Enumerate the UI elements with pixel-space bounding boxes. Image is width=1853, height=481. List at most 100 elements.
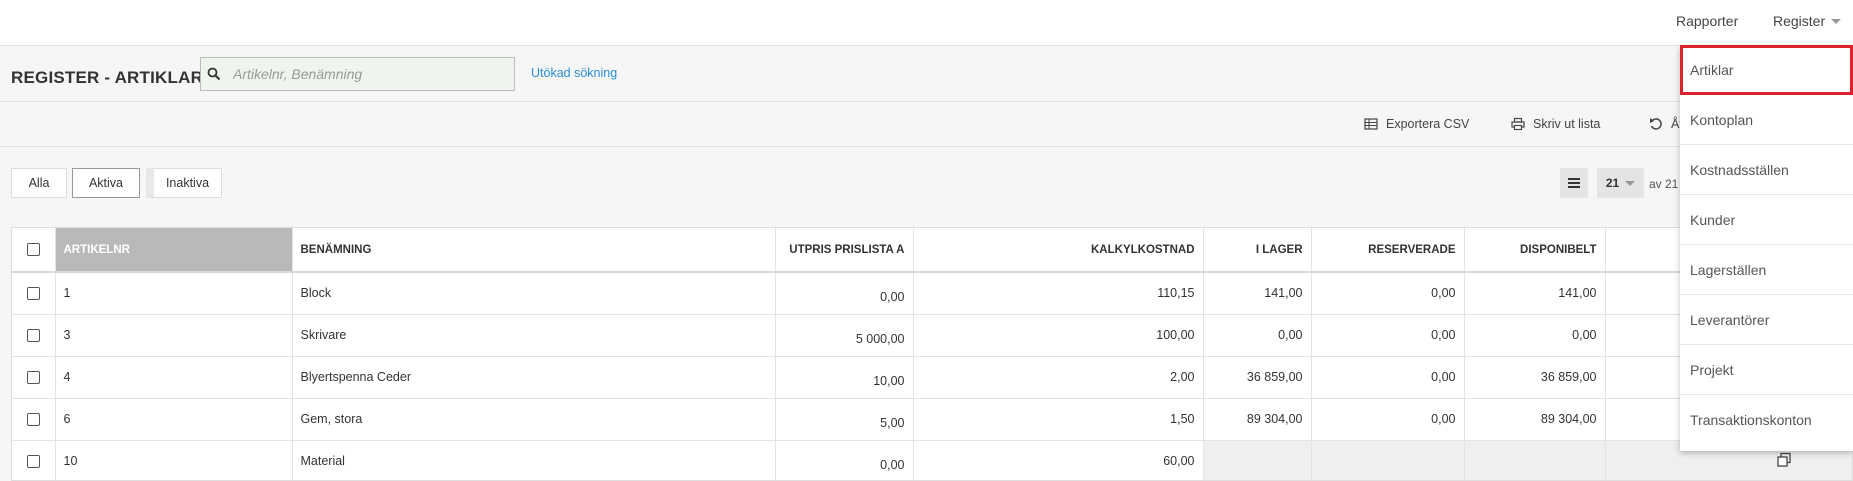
menu-item-lagerstallen[interactable]: Lagerställen <box>1680 245 1853 295</box>
cell-reserverade: 0,00 <box>1311 356 1465 399</box>
export-csv-label: Exportera CSV <box>1386 117 1470 131</box>
table-row[interactable]: 1 Block 0,00 110,15 141,00 0,00 141,00 1 <box>12 272 1852 315</box>
table-icon <box>1364 118 1378 130</box>
cell-utpris[interactable]: 10,00 <box>775 356 914 399</box>
search-box[interactable] <box>200 57 515 91</box>
column-header-utpris[interactable]: UTPRIS PRISLISTA A <box>775 228 914 273</box>
nav-register-label: Register <box>1773 13 1826 29</box>
search-icon <box>207 67 221 81</box>
row-checkbox[interactable] <box>26 287 40 301</box>
cell-benamning[interactable]: Block <box>292 272 776 315</box>
table-row[interactable]: 6 Gem, stora 5,00 1,50 89 304,00 0,00 89… <box>12 398 1852 441</box>
cell-artikelnr[interactable]: 10 <box>55 440 293 480</box>
cell-kalkylkostnad[interactable]: 60,00 <box>913 440 1204 480</box>
chevron-down-icon <box>1831 18 1842 24</box>
cell-disponibelt: 141,00 <box>1464 272 1606 315</box>
cell-i-lager <box>1203 440 1312 480</box>
row-checkbox[interactable] <box>26 371 40 385</box>
page-title: REGISTER - ARTIKLAR <box>11 68 204 87</box>
register-dropdown-menu: Artiklar Kontoplan Kostnadsställen Kunde… <box>1680 45 1853 451</box>
cell-i-lager: 36 859,00 <box>1203 356 1312 399</box>
row-checkbox[interactable] <box>26 413 40 427</box>
cell-kalkylkostnad[interactable]: 2,00 <box>913 356 1204 399</box>
menu-item-kostnadsstallen[interactable]: Kostnadsställen <box>1680 145 1853 195</box>
cell-artikelnr[interactable]: 1 <box>55 272 293 315</box>
cell-disponibelt <box>1464 440 1606 480</box>
menu-item-kontoplan[interactable]: Kontoplan <box>1680 95 1853 145</box>
filter-bar: Alla Aktiva Inaktiva 21 av 21 <box>0 147 1853 227</box>
column-header-disponibelt[interactable]: DISPONIBELT <box>1464 228 1606 273</box>
cell-disponibelt: 89 304,00 <box>1464 398 1606 441</box>
copy-icon[interactable] <box>1776 452 1792 468</box>
row-checkbox[interactable] <box>26 455 40 469</box>
cell-benamning[interactable]: Material <box>292 440 776 480</box>
printer-icon <box>1511 117 1525 131</box>
row-select-cell <box>12 440 56 480</box>
filter-all-button[interactable]: Alla <box>11 168 67 198</box>
menu-item-leverantorer[interactable]: Leverantörer <box>1680 295 1853 345</box>
select-all-cell <box>12 228 56 273</box>
articles-table: ARTIKELNR BENÄMNING UTPRIS PRISLISTA A K… <box>11 227 1853 481</box>
cell-disponibelt: 36 859,00 <box>1464 356 1606 399</box>
menu-item-projekt[interactable]: Projekt <box>1680 345 1853 395</box>
cell-artikelnr[interactable]: 4 <box>55 356 293 399</box>
export-csv-button[interactable]: Exportera CSV <box>1364 117 1469 131</box>
cell-i-lager: 89 304,00 <box>1203 398 1312 441</box>
page-header: REGISTER - ARTIKLAR Utökad sökning <box>0 46 1853 102</box>
cell-kalkylkostnad[interactable]: 100,00 <box>913 314 1204 357</box>
column-header-benamning[interactable]: BENÄMNING <box>292 228 776 273</box>
print-list-button[interactable]: Skriv ut lista <box>1511 117 1600 131</box>
row-select-cell <box>12 314 56 357</box>
select-all-checkbox[interactable] <box>26 243 40 256</box>
top-navbar: Rapporter Register <box>0 0 1853 46</box>
cell-reserverade: 0,00 <box>1311 314 1465 357</box>
cell-disponibelt: 0,00 <box>1464 314 1606 357</box>
column-header-kalkylkostnad[interactable]: KALKYLKOSTNAD <box>913 228 1204 273</box>
row-select-cell <box>12 398 56 441</box>
row-select-cell <box>12 356 56 399</box>
filter-active-button[interactable]: Aktiva <box>72 168 140 198</box>
list-icon <box>1568 178 1580 188</box>
cell-reserverade <box>1311 440 1465 480</box>
search-input[interactable] <box>233 66 493 82</box>
page-size-select[interactable]: 21 <box>1597 168 1644 198</box>
cell-utpris[interactable]: 5 000,00 <box>775 314 914 357</box>
chevron-down-icon <box>1625 180 1636 186</box>
nav-rapporter[interactable]: Rapporter <box>1676 13 1738 29</box>
cell-kalkylkostnad[interactable]: 1,50 <box>913 398 1204 441</box>
pagination-total: av 21 <box>1649 177 1679 191</box>
table-row[interactable]: 4 Blyertspenna Ceder 10,00 2,00 36 859,0… <box>12 356 1852 399</box>
row-select-cell <box>12 272 56 315</box>
column-header-artikelnr[interactable]: ARTIKELNR <box>55 228 293 273</box>
cell-artikelnr[interactable]: 6 <box>55 398 293 441</box>
page-size-value: 21 <box>1605 176 1620 190</box>
cell-utpris[interactable]: 0,00 <box>775 440 914 480</box>
undo-icon <box>1650 118 1662 130</box>
menu-item-transaktionskonton[interactable]: Transaktionskonton <box>1680 395 1853 445</box>
cell-i-lager: 141,00 <box>1203 272 1312 315</box>
cell-i-lager: 0,00 <box>1203 314 1312 357</box>
reset-button[interactable]: Åt <box>1649 117 1683 131</box>
table-row[interactable]: 10 Material 0,00 60,00 <box>12 440 1852 480</box>
action-toolbar: Exportera CSV Skriv ut lista Åt <box>0 103 1853 147</box>
cell-utpris[interactable]: 5,00 <box>775 398 914 441</box>
menu-item-artiklar[interactable]: Artiklar <box>1680 45 1853 95</box>
menu-item-kunder[interactable]: Kunder <box>1680 195 1853 245</box>
cell-artikelnr[interactable]: 3 <box>55 314 293 357</box>
cell-benamning[interactable]: Gem, stora <box>292 398 776 441</box>
cell-benamning[interactable]: Skrivare <box>292 314 776 357</box>
column-header-reserverade[interactable]: RESERVERADE <box>1311 228 1465 273</box>
cell-utpris[interactable]: 0,00 <box>775 272 914 315</box>
advanced-search-link[interactable]: Utökad sökning <box>531 66 617 80</box>
cell-reserverade: 0,00 <box>1311 398 1465 441</box>
row-checkbox[interactable] <box>26 329 40 343</box>
print-list-label: Skriv ut lista <box>1533 117 1601 131</box>
cell-benamning[interactable]: Blyertspenna Ceder <box>292 356 776 399</box>
filter-inactive-button[interactable]: Inaktiva <box>146 168 222 198</box>
column-header-i-lager[interactable]: I LAGER <box>1203 228 1312 273</box>
table-row[interactable]: 3 Skrivare 5 000,00 100,00 0,00 0,00 0,0… <box>12 314 1852 357</box>
cell-reserverade: 0,00 <box>1311 272 1465 315</box>
cell-kalkylkostnad[interactable]: 110,15 <box>913 272 1204 315</box>
list-view-button[interactable] <box>1560 168 1588 198</box>
nav-register-dropdown[interactable]: Register <box>1773 13 1842 29</box>
